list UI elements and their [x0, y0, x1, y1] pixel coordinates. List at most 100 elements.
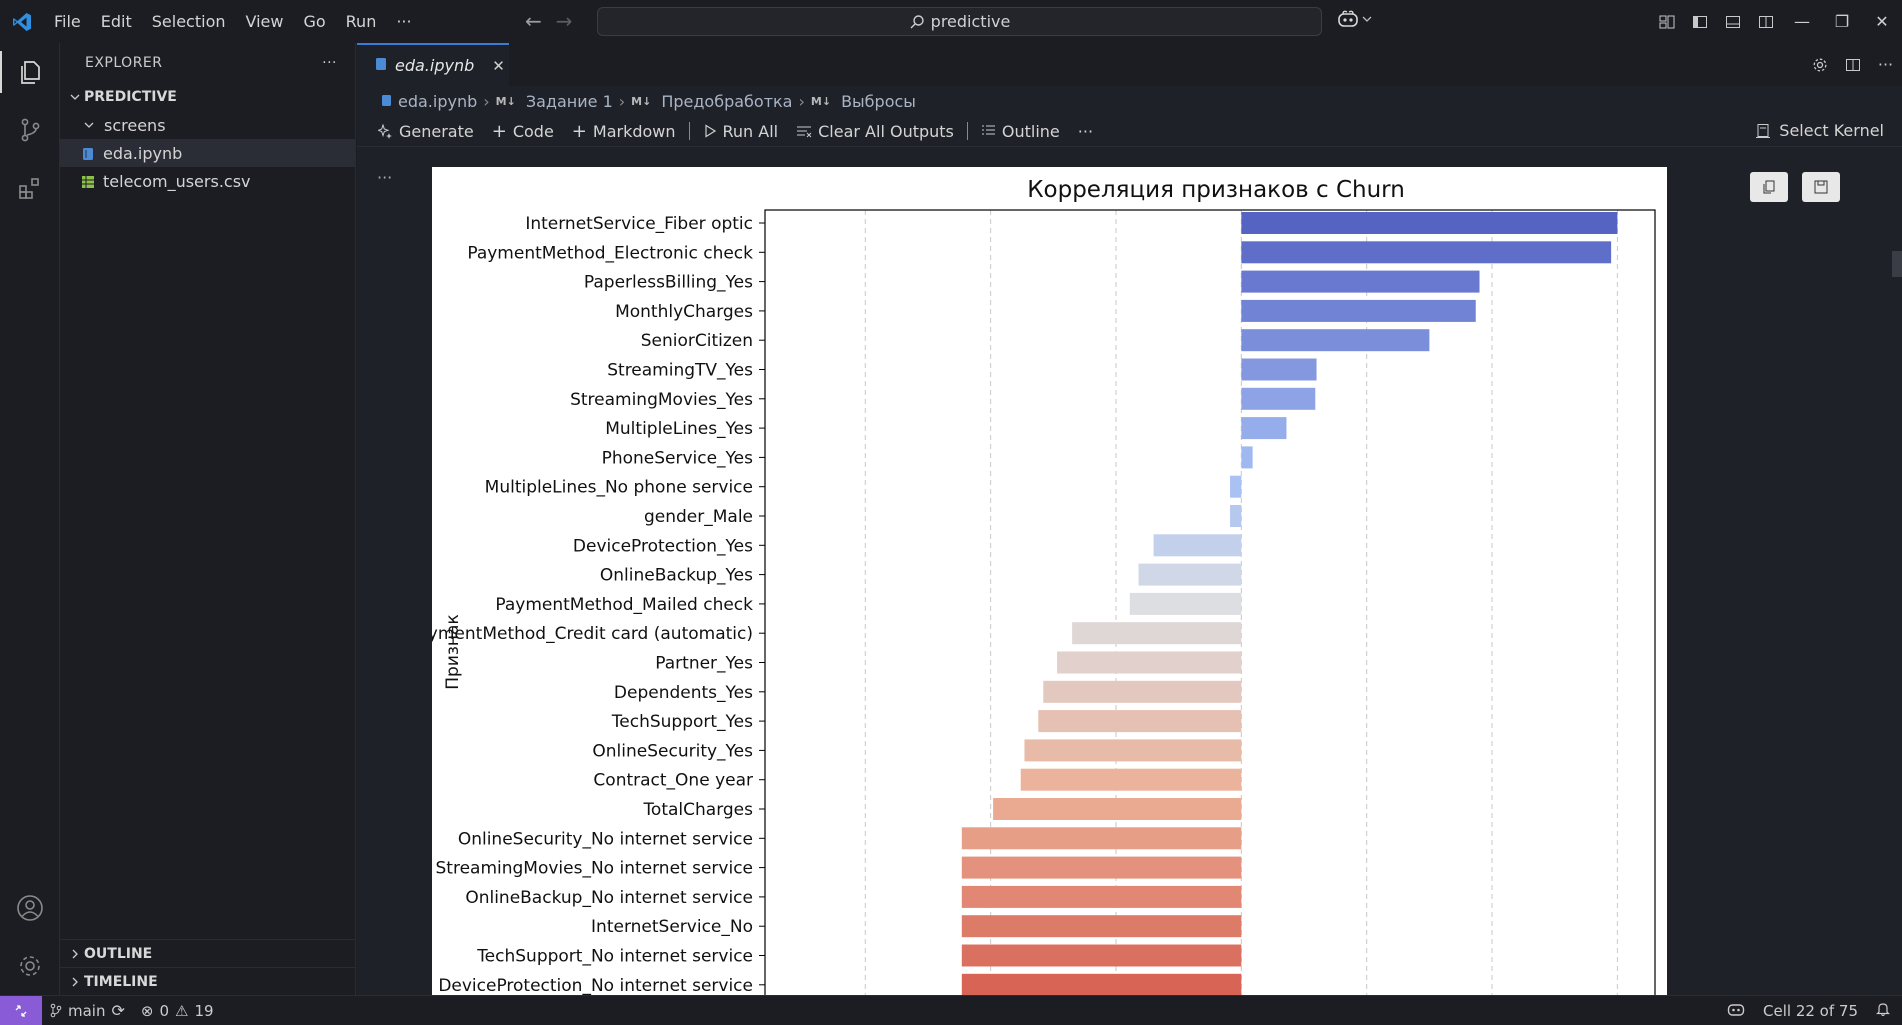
copy-output-button[interactable] [1750, 172, 1788, 202]
list-icon [981, 125, 995, 135]
y-tick-label: TechSupport_No internet service [476, 947, 753, 967]
toggle-panel-icon[interactable] [1716, 0, 1749, 43]
close-tab-icon[interactable]: ✕ [492, 57, 505, 75]
back-arrow-icon[interactable]: ← [525, 9, 542, 33]
editor-scrollbar[interactable] [1892, 251, 1902, 277]
error-icon: ⊗ [140, 1001, 154, 1020]
breadcrumb-item-file[interactable]: eda.ipynb [398, 92, 477, 111]
bar [1241, 299, 1476, 322]
minimize-icon[interactable]: — [1782, 0, 1822, 43]
tab-bar: eda.ipynb ✕ ··· [357, 43, 1902, 86]
explorer-activity[interactable] [0, 43, 60, 101]
title-bar-controls: — ❐ ✕ [1650, 0, 1902, 43]
y-tick-label: TotalCharges [642, 800, 753, 820]
cell-output-more-button[interactable]: ··· [377, 168, 392, 187]
bar [1241, 270, 1480, 293]
file-telecom-users-csv[interactable]: telecom_users.csv [60, 167, 355, 195]
outline-label: Outline [1001, 121, 1060, 141]
explorer-more-button[interactable]: ··· [322, 55, 337, 71]
files-icon [21, 61, 40, 84]
select-kernel-button[interactable]: Select Kernel [1755, 121, 1884, 140]
outline-button[interactable]: Outline [972, 122, 1069, 141]
bar [1020, 768, 1242, 791]
bar [1057, 651, 1242, 674]
markdown-label: Markdown [592, 121, 676, 141]
toggle-primary-sidebar-icon[interactable] [1683, 0, 1716, 43]
menu-more[interactable]: ··· [386, 12, 421, 31]
markdown-icon: M↓ [631, 94, 652, 108]
generate-button[interactable]: Generate [369, 122, 483, 141]
copilot-button[interactable] [1337, 9, 1372, 29]
bar [1230, 505, 1242, 527]
branch-indicator[interactable]: main ⟳ [42, 1001, 133, 1020]
timeline-section-header[interactable]: TIMELINE [60, 967, 355, 995]
bar [961, 915, 1242, 938]
outline-label: OUTLINE [84, 945, 153, 962]
title-bar: File Edit Selection View Go Run ··· ← → … [0, 0, 1902, 43]
accounts-activity[interactable] [0, 879, 60, 937]
chart-output: InternetService_Fiber optic PaymentMethod… [432, 167, 1667, 1000]
forward-arrow-icon[interactable]: → [556, 9, 573, 33]
bell-icon[interactable] [1876, 1001, 1890, 1021]
clear-outputs-button[interactable]: Clear All Outputs [787, 122, 963, 141]
save-output-button[interactable] [1802, 172, 1840, 202]
menu-edit[interactable]: Edit [91, 12, 142, 31]
copilot-status-icon[interactable] [1727, 1001, 1745, 1021]
y-tick-label: PaymentMethod_Electronic check [467, 243, 753, 263]
notebook-file-icon [381, 92, 392, 111]
outline-section-header[interactable]: OUTLINE [60, 939, 355, 967]
copilot-icon [1338, 10, 1358, 27]
manage-activity[interactable] [0, 937, 60, 995]
bar [1072, 622, 1242, 645]
source-control-activity[interactable] [0, 101, 60, 159]
problems-indicator[interactable]: ⊗ 0 ⚠ 19 [133, 1002, 222, 1020]
bar [1024, 739, 1242, 762]
file-eda-ipynb[interactable]: eda.ipynb [60, 139, 355, 167]
extensions-activity[interactable] [0, 159, 60, 217]
menu-run[interactable]: Run [336, 12, 387, 31]
breadcrumb-item-outliers[interactable]: Выбросы [841, 92, 916, 111]
error-count: 0 [159, 1001, 170, 1020]
kernel-label: Select Kernel [1779, 121, 1884, 140]
breadcrumb-item-task[interactable]: Задание 1 [526, 92, 613, 111]
more-actions-icon[interactable]: ··· [1869, 55, 1902, 74]
project-name: PREDICTIVE [84, 89, 177, 105]
activity-bottom [0, 879, 60, 995]
add-markdown-button[interactable]: + Markdown [563, 121, 685, 142]
bar [961, 885, 1242, 908]
restore-icon[interactable]: ❐ [1822, 0, 1862, 43]
branch-name: main [68, 1001, 106, 1020]
toolbar-more-button[interactable]: ··· [1069, 122, 1102, 141]
sync-icon[interactable]: ⟳ [111, 1001, 124, 1020]
menu-go[interactable]: Go [293, 12, 335, 31]
breadcrumb-item-preprocessing[interactable]: Предобработка [661, 92, 792, 111]
folder-screens[interactable]: screens [60, 111, 355, 139]
menu-selection[interactable]: Selection [142, 12, 236, 31]
y-tick-label: TechSupport_Yes [611, 712, 753, 732]
chevron-right-icon [66, 949, 84, 959]
remote-indicator[interactable] [0, 995, 42, 1025]
cell-position[interactable]: Cell 22 of 75 [1763, 1002, 1858, 1020]
menu-file[interactable]: File [44, 12, 91, 31]
vscode-window: File Edit Selection View Go Run ··· ← → … [0, 0, 1902, 1025]
csv-file-icon [81, 174, 95, 188]
markdown-icon: M↓ [810, 94, 832, 108]
code-label: Code [512, 121, 554, 141]
play-icon [704, 124, 716, 138]
bar [1043, 680, 1242, 703]
editor-actions: ··· [1803, 43, 1902, 86]
add-code-button[interactable]: + Code [483, 121, 563, 142]
tab-eda-ipynb[interactable]: eda.ipynb ✕ [357, 43, 509, 86]
file-label: telecom_users.csv [103, 171, 251, 191]
customize-layout-icon[interactable] [1650, 0, 1683, 43]
bar [1138, 563, 1242, 586]
run-all-button[interactable]: Run All [694, 122, 788, 141]
bar [1230, 475, 1242, 498]
menu-view[interactable]: View [236, 12, 294, 31]
project-folder-header[interactable]: PREDICTIVE [60, 83, 355, 111]
command-center-search[interactable]: predictive [597, 7, 1322, 36]
notebook-settings-gear-icon[interactable] [1803, 57, 1836, 73]
close-window-icon[interactable]: ✕ [1862, 0, 1902, 43]
toggle-secondary-sidebar-icon[interactable] [1749, 0, 1782, 43]
split-editor-icon[interactable] [1836, 57, 1869, 73]
